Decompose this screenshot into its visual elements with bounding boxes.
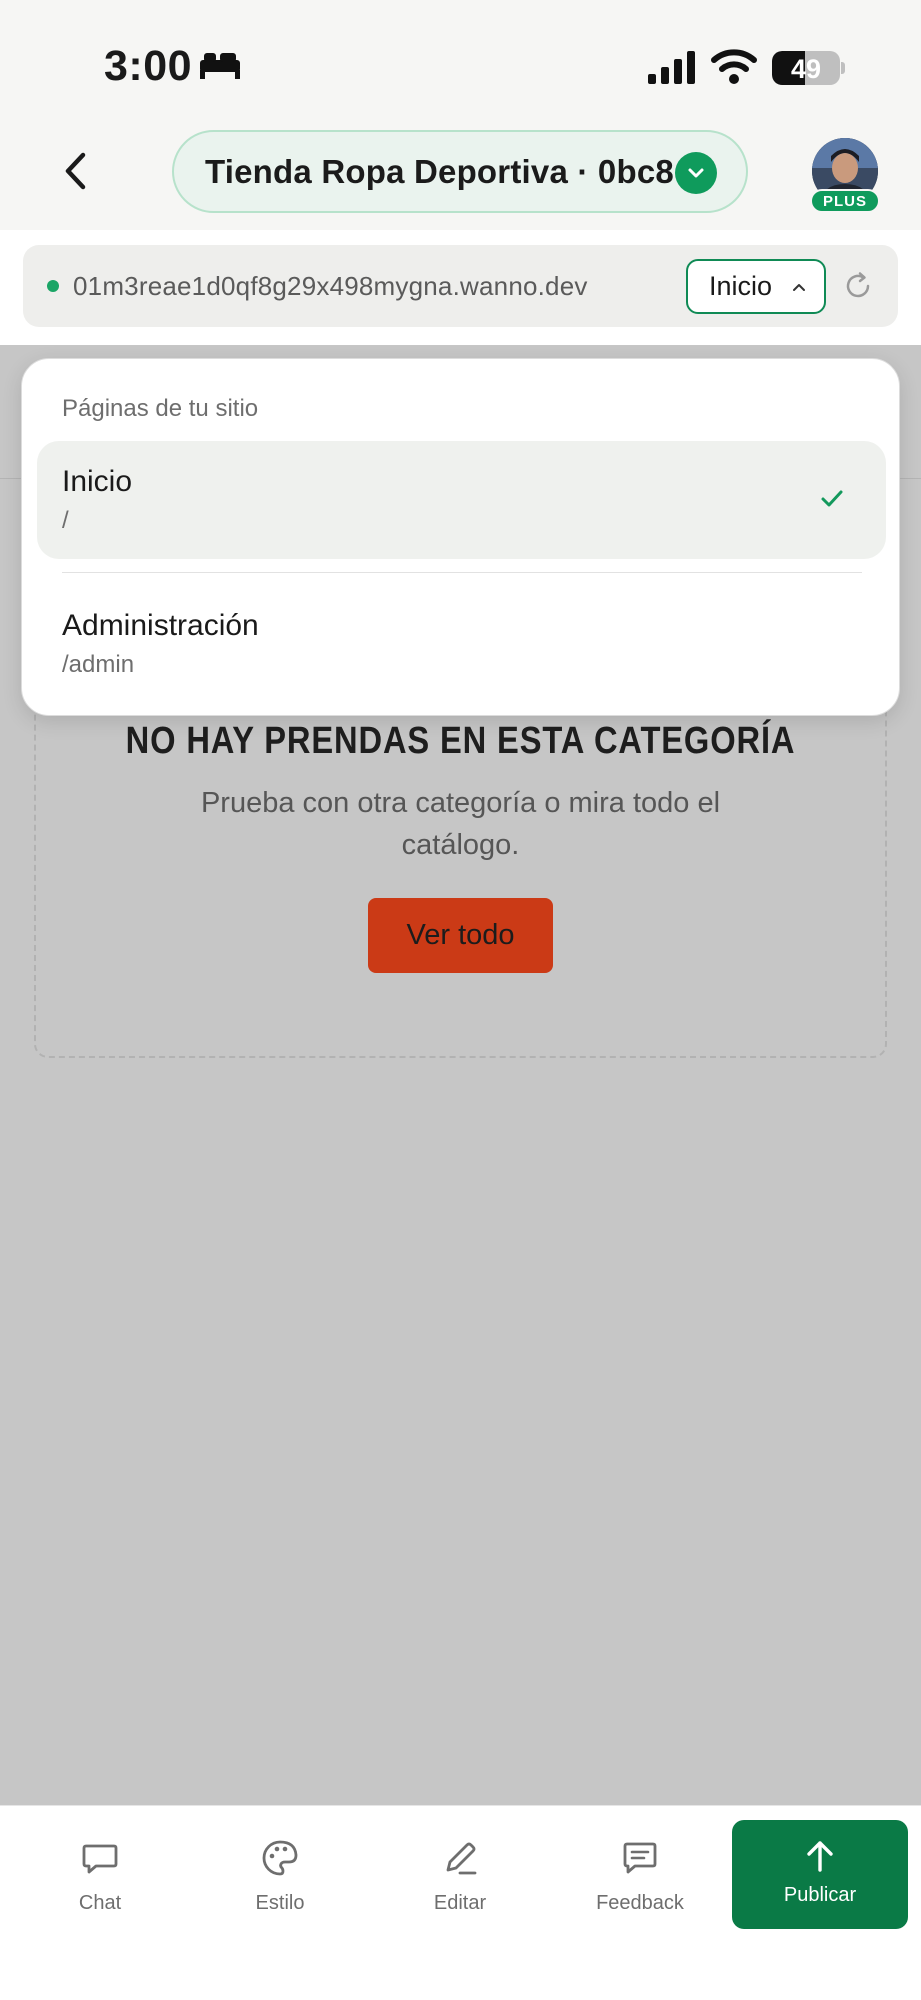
palette-icon [262, 1840, 298, 1876]
message-square-icon [623, 1842, 657, 1874]
nav-feedback[interactable]: Feedback [570, 1838, 710, 1930]
chat-bubble-icon [82, 1844, 118, 1874]
nav-label: Chat [78, 1892, 122, 1914]
wifi-icon [711, 49, 757, 84]
status-time: 3:00 [104, 42, 193, 90]
page-option-path: / [62, 507, 69, 534]
battery-level: 49 [790, 54, 822, 84]
nav-label: Feedback [596, 1892, 684, 1914]
nav-editar[interactable]: Editar [390, 1838, 530, 1930]
empty-state-title: NO HAY PRENDAS EN ESTA CATEGORÍA [125, 720, 796, 762]
chevron-left-icon [65, 152, 86, 190]
arrow-up-icon [807, 1841, 833, 1872]
page-option-inicio[interactable]: Inicio / [37, 441, 886, 559]
chevron-up-icon [793, 284, 805, 291]
nav-label: Estilo [255, 1892, 305, 1914]
publish-button[interactable]: Publicar [732, 1820, 908, 1929]
page-option-path: /admin [62, 651, 135, 678]
pages-dropdown: Páginas de tu sitio Inicio / Administrac… [21, 358, 900, 716]
site-url[interactable]: 01m3reae1d0qf8g29x498mygna.wanno.dev [73, 271, 588, 302]
view-all-button[interactable]: Ver todo [368, 898, 553, 973]
signal-icon [648, 51, 695, 84]
dropdown-divider [62, 572, 862, 573]
back-button[interactable] [55, 146, 95, 196]
project-name: Tienda Ropa Deportiva · 0bc8 [205, 152, 674, 190]
status-dot-icon [47, 280, 59, 292]
project-dropdown-button[interactable] [675, 152, 717, 194]
page-option-admin[interactable]: Administración /admin [37, 585, 886, 703]
page-option-name: Administración [62, 609, 259, 642]
page-selector-label: Inicio [709, 271, 773, 301]
pencil-icon [446, 1842, 477, 1875]
dropdown-title: Páginas de tu sitio [62, 395, 259, 422]
check-icon [821, 490, 843, 507]
chevron-down-icon [688, 168, 704, 178]
publish-label: Publicar [783, 1884, 857, 1906]
nav-chat[interactable]: Chat [30, 1838, 170, 1930]
reload-icon[interactable] [843, 271, 873, 301]
empty-state-subtitle: Prueba con otra categoría o mira todo el… [200, 787, 721, 861]
nav-estilo[interactable]: Estilo [210, 1838, 350, 1930]
page-option-name: Inicio [62, 465, 133, 498]
battery-tip [841, 62, 845, 74]
battery-indicator: 49 [772, 51, 840, 85]
nav-label: Editar [433, 1892, 487, 1914]
plan-badge: PLUS [810, 189, 880, 213]
bed-icon [200, 53, 240, 79]
project-selector[interactable]: Tienda Ropa Deportiva · 0bc8 [172, 130, 748, 213]
page-selector[interactable]: Inicio [686, 259, 826, 314]
